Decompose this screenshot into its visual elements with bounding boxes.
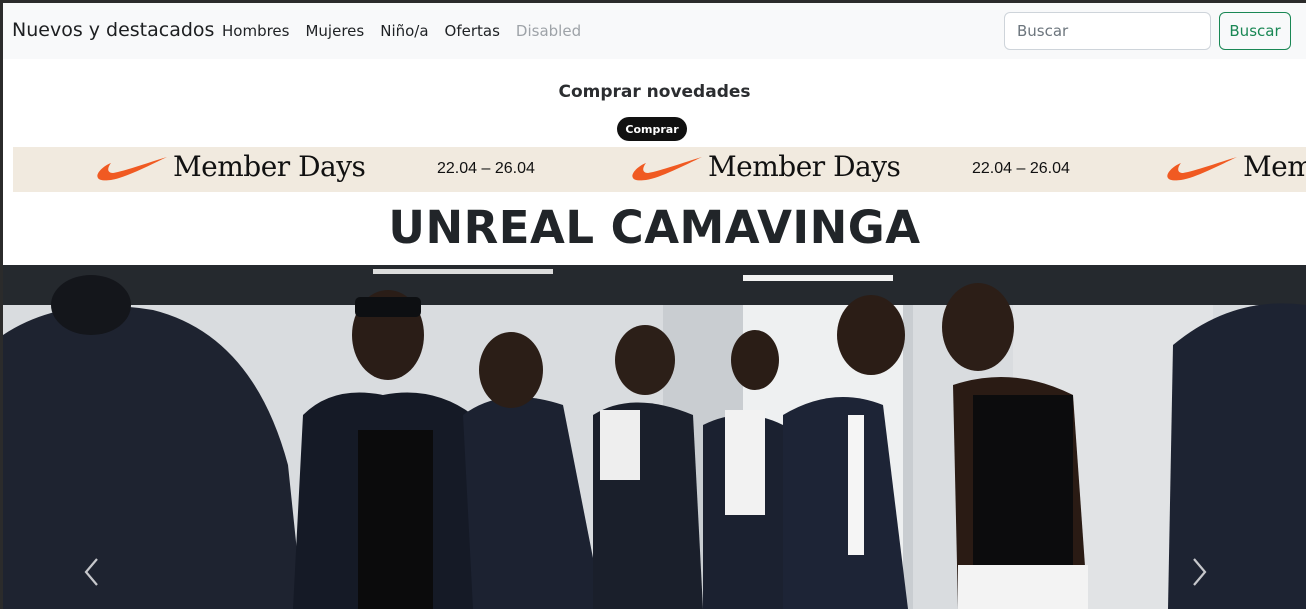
nav-link-ninos[interactable]: Niño/a bbox=[380, 22, 428, 40]
page: Nuevos y destacados Hombres Mujeres Niño… bbox=[3, 3, 1306, 609]
navbar: Nuevos y destacados Hombres Mujeres Niño… bbox=[3, 3, 1306, 59]
promo-title: Member Days bbox=[173, 150, 366, 183]
nike-swoosh-icon bbox=[1167, 157, 1237, 181]
promo-dates: 22.04 – 26.04 bbox=[437, 160, 535, 177]
member-days-banner[interactable]: Member Days 22.04 – 26.04 Member Days 22… bbox=[13, 147, 1306, 192]
nav-links: Hombres Mujeres Niño/a Ofertas Disabled bbox=[222, 22, 597, 40]
carousel-next-button[interactable] bbox=[1190, 557, 1220, 597]
chevron-left-icon bbox=[84, 558, 98, 586]
feature-title: UNREAL CAMAVINGA bbox=[388, 201, 921, 254]
nav-link-hombres[interactable]: Hombres bbox=[222, 22, 289, 40]
nav-link-mujeres[interactable]: Mujeres bbox=[305, 22, 364, 40]
chevron-right-icon bbox=[1193, 558, 1207, 586]
promo-dates: 22.04 – 26.04 bbox=[972, 160, 1070, 177]
carousel-prev-button[interactable] bbox=[83, 557, 113, 597]
nike-swoosh-icon bbox=[632, 157, 702, 181]
search-button[interactable]: Buscar bbox=[1219, 12, 1291, 50]
nav-link-ofertas[interactable]: Ofertas bbox=[445, 22, 500, 40]
nike-swoosh-icon bbox=[97, 157, 167, 181]
navbar-brand[interactable]: Nuevos y destacados bbox=[12, 19, 214, 41]
shop-new-heading: Comprar novedades bbox=[558, 82, 751, 102]
search-input[interactable] bbox=[1004, 12, 1211, 50]
hero-carousel[interactable] bbox=[3, 265, 1306, 609]
nav-link-disabled: Disabled bbox=[515, 22, 582, 40]
shop-button[interactable]: Comprar bbox=[617, 117, 687, 141]
promo-title: Member Days bbox=[1243, 150, 1306, 183]
promo-title: Member Days bbox=[708, 150, 901, 183]
carousel-image bbox=[3, 265, 1306, 609]
